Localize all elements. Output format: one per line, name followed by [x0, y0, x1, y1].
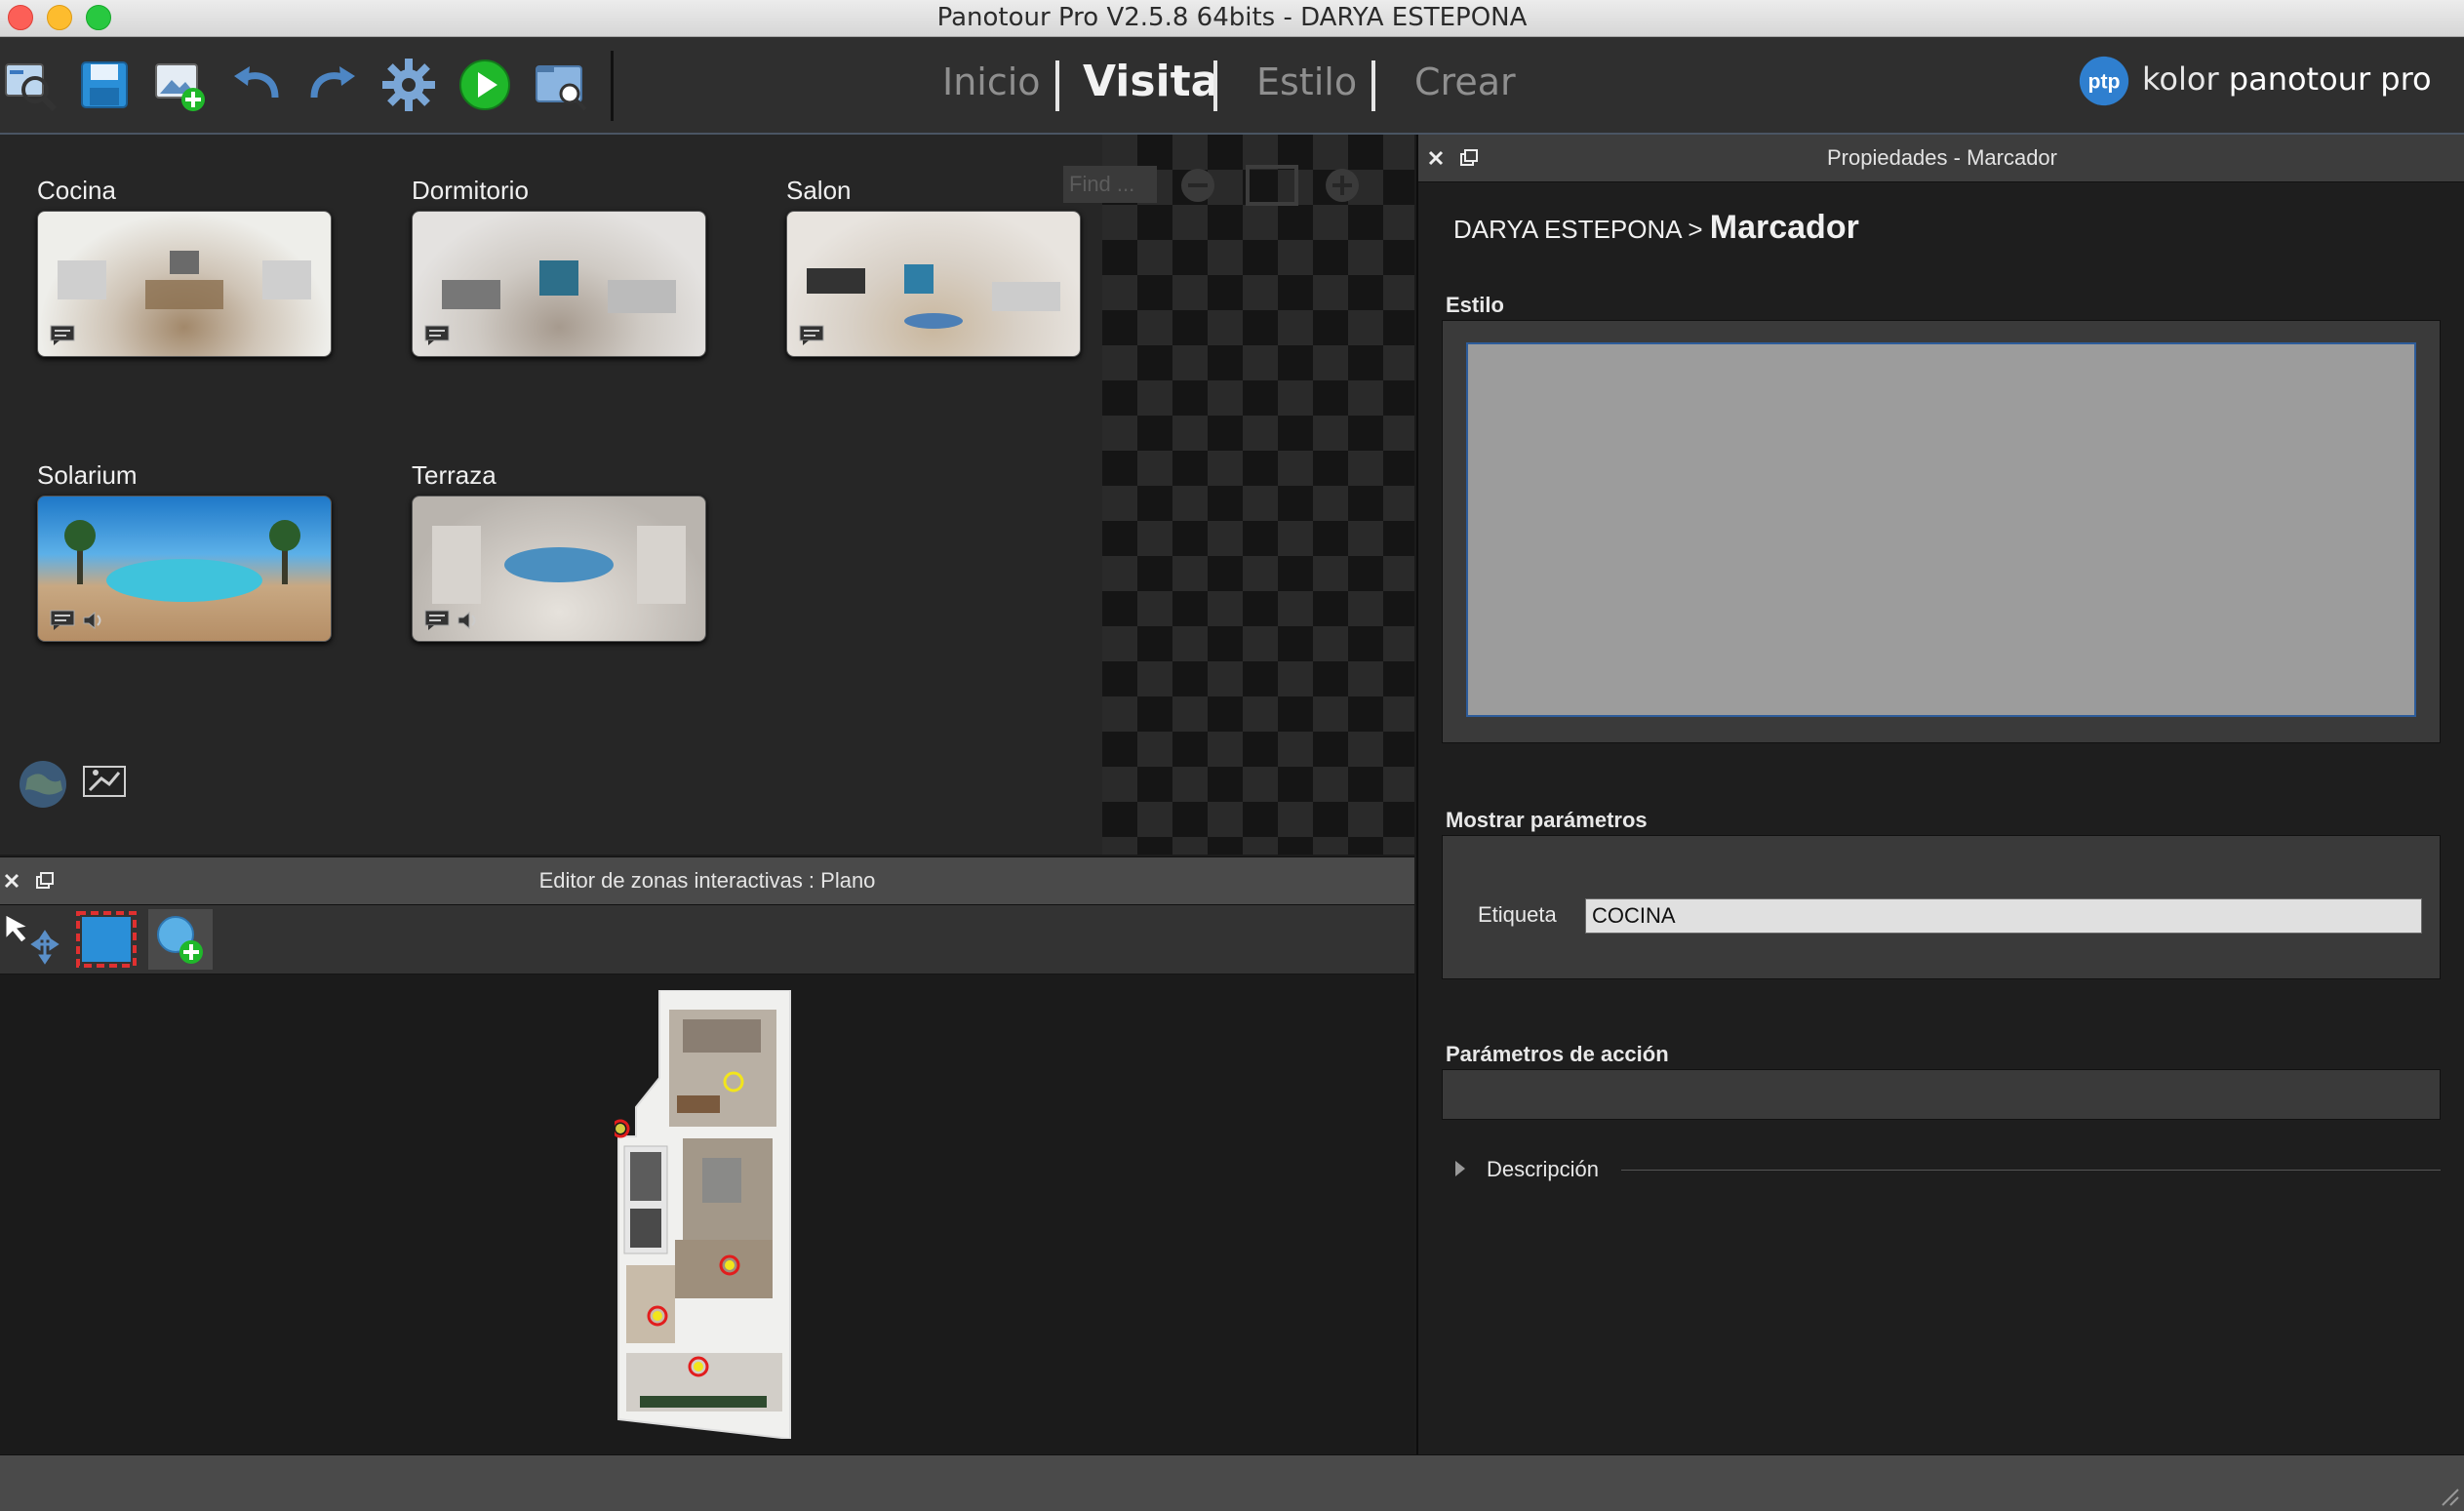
- panorama-item-solarium[interactable]: Solarium: [37, 460, 332, 642]
- find-input[interactable]: Find ...: [1063, 166, 1157, 203]
- save-icon[interactable]: [74, 55, 135, 115]
- panorama-list-panel: Cocina Dormitorio Salon Solarium Terraza…: [0, 135, 1414, 855]
- hotspot-toolbar: [0, 905, 1414, 974]
- comment-icon: [50, 325, 75, 345]
- panorama-label: Dormitorio: [412, 176, 529, 205]
- estilo-section-title: Estilo: [1446, 293, 1504, 317]
- floor-plan-icon[interactable]: [82, 761, 127, 798]
- style-preview[interactable]: [1466, 342, 2416, 717]
- panorama-label: Cocina: [37, 176, 116, 205]
- panorama-item-cocina[interactable]: Cocina: [37, 176, 332, 357]
- tab-estilo[interactable]: Estilo: [1256, 60, 1357, 103]
- open-project-icon[interactable]: [0, 55, 60, 115]
- add-spot-tool-icon[interactable]: [148, 909, 213, 970]
- tab-visita[interactable]: Visita: [1083, 57, 1219, 106]
- comment-icon: [799, 325, 824, 345]
- sound-icon: [83, 611, 101, 630]
- title-bar: Panotour Pro V2.5.8 64bits - DARYA ESTEP…: [0, 0, 2464, 37]
- toolbar-separator: [611, 51, 614, 121]
- hotspot-editor-title: Editor de zonas interactivas : Plano: [538, 868, 876, 893]
- tab-crear[interactable]: Crear: [1414, 60, 1516, 103]
- breadcrumb-current: Marcador: [1709, 209, 1859, 246]
- zoom-in-icon[interactable]: [1323, 166, 1362, 205]
- main-toolbar: Inicio Visita Estilo Crear ptp kolor pan…: [0, 37, 2464, 135]
- breadcrumb-parent[interactable]: DARYA ESTEPONA >: [1453, 215, 1703, 244]
- parametros-accion-section: [1442, 1069, 2441, 1120]
- preview-folder-icon[interactable]: [531, 55, 591, 115]
- globe-icon[interactable]: [18, 759, 68, 810]
- hotspot-editor-header: Editor de zonas interactivas : Plano: [0, 856, 1414, 905]
- properties-panel: Propiedades - Marcador DARYA ESTEPONA > …: [1416, 135, 2464, 1454]
- settings-gear-icon[interactable]: [378, 55, 439, 115]
- panorama-label: Terraza: [412, 460, 497, 490]
- play-icon[interactable]: [455, 55, 515, 115]
- expand-arrow-icon[interactable]: [1455, 1161, 1465, 1176]
- estilo-section: [1442, 320, 2441, 743]
- etiqueta-input[interactable]: COCINA: [1585, 898, 2422, 934]
- mostrar-parametros-title: Mostrar parámetros: [1446, 808, 1648, 832]
- mostrar-parametros-section: Etiqueta COCINA: [1442, 835, 2441, 979]
- panorama-thumbnail[interactable]: [786, 211, 1081, 357]
- properties-header: Propiedades - Marcador: [1418, 135, 2464, 182]
- panorama-label: Solarium: [37, 460, 138, 490]
- panorama-thumbnail[interactable]: [37, 496, 332, 642]
- parametros-accion-title: Parámetros de acción: [1446, 1042, 1669, 1066]
- descripcion-label[interactable]: Descripción: [1487, 1155, 1599, 1184]
- fit-view-icon[interactable]: [1245, 164, 1299, 207]
- brand-logo: ptp kolor panotour pro: [2076, 53, 2432, 111]
- resize-grip-icon[interactable]: [2437, 1484, 2460, 1507]
- properties-title: Propiedades - Marcador: [1826, 145, 2057, 170]
- comment-icon: [424, 325, 450, 345]
- zoom-out-icon[interactable]: [1178, 166, 1217, 205]
- tab-separator: [1055, 60, 1059, 111]
- floor-plan-canvas[interactable]: [0, 974, 1414, 1454]
- svg-text:ptp: ptp: [2087, 70, 2120, 94]
- add-panorama-icon[interactable]: [150, 55, 211, 115]
- move-select-tool-icon[interactable]: [0, 909, 64, 970]
- panorama-thumbnail[interactable]: [412, 496, 706, 642]
- tab-inicio[interactable]: Inicio: [942, 60, 1041, 103]
- panorama-label: Salon: [786, 176, 852, 205]
- comment-icon: [50, 610, 75, 630]
- comment-icon: [424, 610, 450, 630]
- transparency-checkerboard: [1102, 135, 1414, 855]
- panorama-item-salon[interactable]: Salon: [786, 176, 1081, 357]
- panorama-item-terraza[interactable]: Terraza: [412, 460, 706, 642]
- etiqueta-label: Etiqueta: [1478, 902, 1557, 927]
- ptp-logo-icon: ptp: [2079, 56, 2129, 106]
- brand-name: kolor panotour pro: [2142, 60, 2432, 98]
- window-title: Panotour Pro V2.5.8 64bits - DARYA ESTEP…: [936, 3, 1528, 32]
- sound-icon: [457, 611, 476, 630]
- undo-icon[interactable]: [226, 55, 287, 115]
- tab-separator: [1213, 60, 1217, 111]
- floor-plan-image[interactable]: [615, 990, 800, 1439]
- descripcion-expander[interactable]: Descripción: [1442, 1155, 2441, 1184]
- panorama-item-dormitorio[interactable]: Dormitorio: [412, 176, 706, 357]
- breadcrumb: DARYA ESTEPONA > Marcador: [1453, 209, 1859, 247]
- panorama-thumbnail[interactable]: [37, 211, 332, 357]
- status-bar: [0, 1454, 2464, 1511]
- tab-separator: [1371, 60, 1375, 111]
- panorama-thumbnail[interactable]: [412, 211, 706, 357]
- divider: [1621, 1170, 2441, 1171]
- rectangle-select-tool-icon[interactable]: [74, 909, 139, 970]
- redo-icon[interactable]: [302, 55, 363, 115]
